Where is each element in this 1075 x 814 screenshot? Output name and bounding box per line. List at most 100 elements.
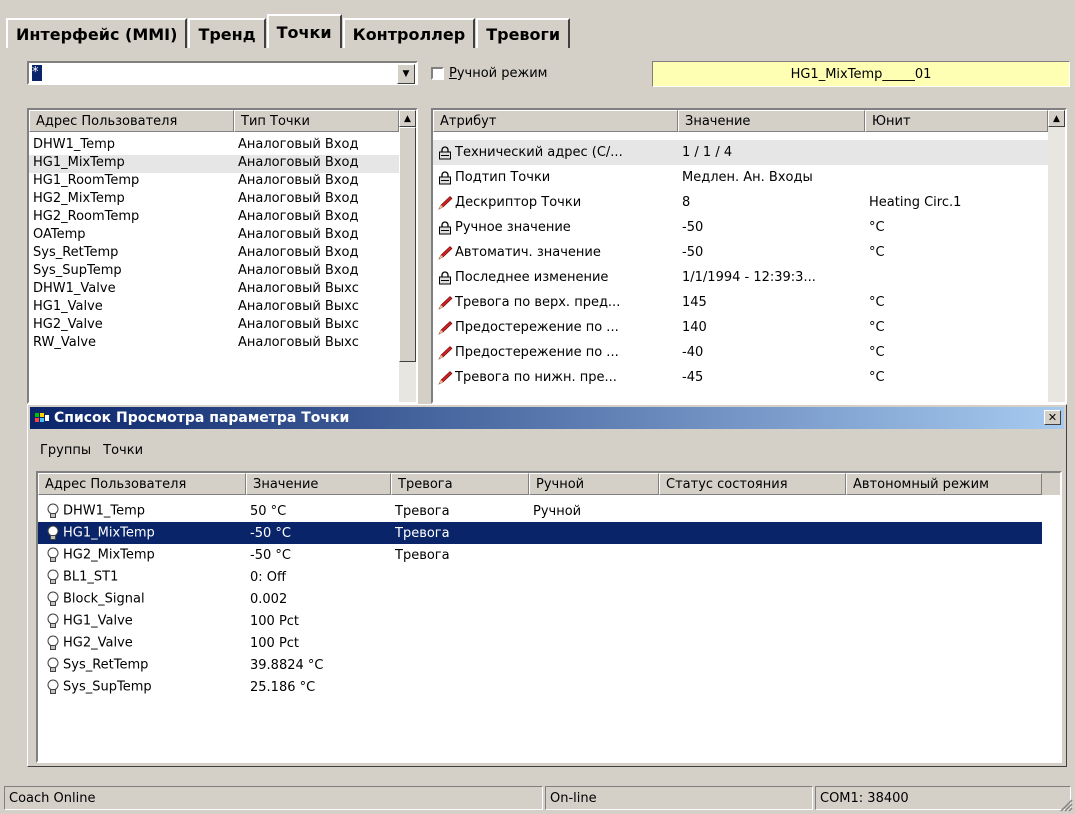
list-item[interactable]: HG1_RoomTemp Аналоговый Вход [29, 173, 399, 191]
attribute-row[interactable]: Дескриптор Точки 8 Heating Circ.1 [433, 190, 1048, 215]
attribute-name-cell: Тревога по нижн. пре... [433, 370, 678, 385]
list-item[interactable]: HG2_Valve Аналоговый Выхс [29, 317, 399, 335]
list-item[interactable]: Sys_SupTemp Аналоговый Вход [29, 263, 399, 281]
point-address: Sys_RetTemp [33, 245, 119, 260]
attribute-row[interactable]: Последнее изменение 1/1/1994 - 12:39:3... [433, 265, 1048, 290]
table-row[interactable]: HG1_MixTemp -50 °C Тревога [38, 522, 1042, 544]
resize-grip-icon[interactable] [1059, 798, 1073, 812]
column-header-unit[interactable]: Юнит [865, 110, 1048, 132]
attribute-row[interactable]: Тревога по верх. пред... 145 °C [433, 290, 1048, 315]
attribute-unit: °C [869, 295, 885, 310]
attribute-list-scrollbar[interactable]: ▲ [1048, 110, 1065, 402]
attribute-list-header: Атрибут Значение Юнит [433, 110, 1048, 132]
column-header-value[interactable]: Значение [246, 473, 391, 495]
list-item[interactable]: HG1_MixTemp Аналоговый Вход [29, 155, 399, 173]
point-address: DHW1_Valve [33, 281, 116, 296]
attribute-value: 1 / 1 / 4 [682, 145, 733, 160]
dropdown-button[interactable]: ▼ [397, 64, 415, 84]
watch-window-title: Список Просмотра параметра Точки [54, 410, 350, 426]
close-button[interactable]: ✕ [1044, 410, 1061, 425]
table-row[interactable]: HG1_Valve 100 Pct [38, 610, 1042, 632]
table-row[interactable]: HG2_Valve 100 Pct [38, 632, 1042, 654]
filter-value[interactable]: * [32, 65, 42, 81]
table-row[interactable]: Block_Signal 0.002 [38, 588, 1042, 610]
scroll-up-arrow-icon[interactable]: ▲ [1048, 110, 1065, 127]
tab-trend[interactable]: Тренд [188, 18, 266, 48]
attribute-list[interactable]: Атрибут Значение Юнит Технический адрес … [431, 108, 1067, 404]
watch-point-name: Sys_RetTemp [63, 657, 149, 673]
attribute-row[interactable]: Ручное значение -50 °C [433, 215, 1048, 240]
point-type: Аналоговый Вход [238, 191, 359, 206]
attribute-row[interactable]: Автоматич. значение -50 °C [433, 240, 1048, 265]
manual-mode-checkbox[interactable]: Ручной режим [431, 66, 547, 81]
list-item[interactable]: HG1_Valve Аналоговый Выхс [29, 299, 399, 317]
list-item[interactable]: DHW1_Temp Аналоговый Вход [29, 137, 399, 155]
watch-point-value: 25.186 °C [250, 679, 316, 695]
pencil-icon [438, 295, 453, 310]
column-header-autonomous[interactable]: Автономный режим [846, 473, 1042, 495]
table-row[interactable]: Sys_SupTemp 25.186 °C [38, 676, 1042, 698]
list-item[interactable]: OATemp Аналоговый Вход [29, 227, 399, 245]
attribute-name: Технический адрес (С/... [455, 145, 623, 160]
list-item[interactable]: Sys_RetTemp Аналоговый Вход [29, 245, 399, 263]
scroll-thumb[interactable] [399, 127, 416, 362]
tab-points[interactable]: Точки [266, 14, 342, 48]
point-address: Sys_SupTemp [33, 263, 122, 278]
table-row[interactable]: BL1_ST1 0: Off [38, 566, 1042, 588]
column-header-manual[interactable]: Ручной [529, 473, 659, 495]
scroll-up-arrow-icon[interactable]: ▲ [399, 110, 416, 127]
attribute-row[interactable]: Предостережение по ... 140 °C [433, 315, 1048, 340]
table-row[interactable]: HG2_MixTemp -50 °C Тревога [38, 544, 1042, 566]
tab-strip: Интерфейс (MMI) Тренд Точки Контроллер Т… [6, 14, 571, 48]
table-row[interactable]: DHW1_Temp 50 °C Тревога Ручной [38, 500, 1042, 522]
watch-point-address: Block_Signal [38, 591, 246, 607]
column-header-address[interactable]: Адрес Пользователя [29, 110, 234, 132]
points-list[interactable]: Адрес Пользователя Тип Точки DHW1_Temp Ан… [27, 108, 418, 404]
watch-window-titlebar[interactable]: Список Просмотра параметра Точки ✕ [30, 407, 1064, 429]
list-item[interactable]: DHW1_Valve Аналоговый Выхс [29, 281, 399, 299]
column-header-type[interactable]: Тип Точки [234, 110, 399, 132]
column-header-attribute[interactable]: Атрибут [433, 110, 678, 132]
watch-point-address: HG1_MixTemp [38, 525, 246, 541]
menu-groups[interactable]: Группы [40, 443, 91, 458]
attribute-name-cell: Подтип Точки [433, 170, 678, 185]
attribute-name-cell: Предостережение по ... [433, 320, 678, 335]
filter-combo[interactable]: * ▼ [27, 61, 418, 85]
list-item[interactable]: HG2_RoomTemp Аналоговый Вход [29, 209, 399, 227]
column-header-alarm[interactable]: Тревога [391, 473, 529, 495]
watch-point-alarm: Тревога [395, 525, 450, 541]
lightbulb-icon [47, 591, 59, 606]
point-type: Аналоговый Вход [238, 209, 359, 224]
list-item[interactable]: RW_Valve Аналоговый Выхс [29, 335, 399, 353]
point-address: HG2_RoomTemp [33, 209, 140, 224]
watch-list[interactable]: Адрес Пользователя Значение Тревога Ручн… [36, 471, 1062, 763]
menu-points[interactable]: Точки [103, 443, 143, 458]
list-item[interactable]: HG2_MixTemp Аналоговый Вход [29, 191, 399, 209]
watch-point-value: 100 Pct [250, 613, 300, 629]
attribute-row[interactable]: Технический адрес (С/... 1 / 1 / 4 [433, 140, 1048, 165]
attribute-name-cell: Ручное значение [433, 220, 678, 235]
attribute-row[interactable]: Подтип Точки Медлен. Ан. Входы [433, 165, 1048, 190]
lightbulb-icon [47, 657, 59, 672]
point-address: DHW1_Temp [33, 137, 116, 152]
watch-point-name: Sys_SupTemp [63, 679, 152, 695]
column-header-value[interactable]: Значение [678, 110, 865, 132]
attribute-unit: °C [869, 245, 885, 260]
attribute-name-cell: Автоматич. значение [433, 245, 678, 260]
table-row[interactable]: Sys_RetTemp 39.8824 °C [38, 654, 1042, 676]
points-list-scrollbar[interactable]: ▲ [399, 110, 416, 402]
attribute-name: Тревога по нижн. пре... [455, 370, 617, 385]
tab-mmi[interactable]: Интерфейс (MMI) [6, 18, 188, 48]
column-header-address[interactable]: Адрес Пользователя [38, 473, 246, 495]
attribute-row[interactable]: Предостережение по ... -40 °C [433, 340, 1048, 365]
checkbox-box[interactable] [431, 67, 444, 80]
tab-controller[interactable]: Контроллер [342, 18, 476, 48]
attribute-unit: °C [869, 345, 885, 360]
point-type: Аналоговый Вход [238, 137, 359, 152]
watch-point-address: HG2_MixTemp [38, 547, 246, 563]
attribute-row[interactable]: Тревога по нижн. пре... -45 °C [433, 365, 1048, 390]
tab-alarms[interactable]: Тревоги [476, 18, 571, 48]
column-header-status[interactable]: Статус состояния [659, 473, 846, 495]
attribute-value: 145 [682, 295, 707, 310]
watch-point-manual: Ручной [533, 503, 582, 519]
